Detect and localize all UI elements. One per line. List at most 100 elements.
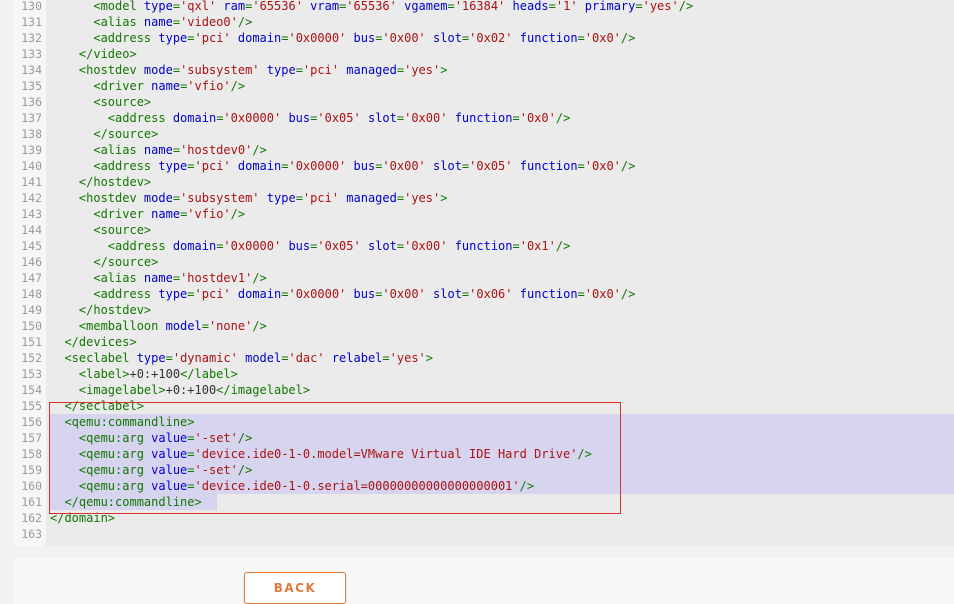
xml-value: '0x0000' — [288, 31, 347, 45]
xml-tag: <imagelabel> — [50, 383, 166, 397]
xml-tag: = — [187, 479, 195, 493]
code-line: 134 <hostdev mode='subsystem' type='pci'… — [14, 62, 954, 78]
xml-tag: = — [577, 31, 585, 45]
xml-tag: /> — [678, 0, 694, 13]
xml-tag: <address — [50, 159, 159, 173]
code-text: </source> — [50, 126, 158, 142]
xml-tag: = — [187, 31, 195, 45]
xml-tag: </source> — [50, 255, 159, 269]
xml-attribute: type — [143, 0, 173, 13]
xml-value: 'dynamic' — [172, 351, 238, 365]
xml-tag: = — [635, 0, 643, 13]
xml-value: '0x0000' — [223, 239, 282, 253]
xml-value: '1' — [555, 0, 578, 13]
xml-attribute: bus — [353, 287, 376, 301]
xml-tag: <address — [50, 287, 159, 301]
xml-tag — [426, 287, 433, 301]
xml-tag: /> — [555, 239, 571, 253]
xml-attribute: slot — [433, 31, 462, 45]
code-text: </qemu:commandline> — [50, 494, 201, 510]
xml-tag — [346, 159, 353, 173]
xml-attribute: type — [158, 159, 188, 173]
code-text: <address domain='0x0000' bus='0x05' slot… — [50, 238, 571, 254]
xml-value: '0x0' — [584, 287, 621, 301]
xml-value: 'yes' — [404, 63, 441, 77]
line-number: 141 — [21, 175, 42, 189]
xml-tag — [361, 239, 368, 253]
xml-tag: = — [172, 0, 181, 13]
xml-tag — [447, 239, 454, 253]
xml-tag — [426, 31, 433, 45]
xml-value: '0x0' — [584, 31, 621, 45]
xml-tag: </source> — [50, 127, 159, 141]
xml-tag: = — [512, 239, 520, 253]
xml-attribute: slot — [433, 287, 462, 301]
code-line: 130 <model type='qxl' ram='65536' vram='… — [14, 0, 954, 14]
xml-tag: = — [172, 143, 181, 157]
xml-value: '0x0000' — [288, 287, 347, 301]
xml-tag: <alias — [50, 143, 144, 157]
xml-attribute: heads — [512, 0, 549, 13]
code-text: <alias name='hostdev0'/> — [50, 142, 266, 158]
xml-tag: = — [577, 287, 585, 301]
code-line: 162 </domain> — [14, 510, 954, 526]
xml-value: '0x0000' — [288, 159, 347, 173]
code-line: 144 <source> — [14, 222, 954, 238]
code-text: <qemu:arg value='device.ide0-1-0.model=V… — [50, 446, 592, 462]
line-number: 155 — [21, 399, 42, 413]
code-line: 151 </devices> — [14, 334, 954, 350]
code-text: <source> — [50, 94, 151, 110]
xml-tag: = — [548, 0, 556, 13]
xml-tag: <driver — [50, 207, 152, 221]
xml-attribute: value — [151, 447, 188, 461]
xml-tag: = — [172, 271, 181, 285]
xml-tag: /> — [252, 271, 267, 285]
xml-value: '0x1' — [519, 239, 556, 253]
line-number: 152 — [21, 351, 42, 365]
xml-value: 'pci' — [194, 31, 231, 45]
xml-tag: = — [295, 63, 303, 77]
code-line: 160 <qemu:arg value='device.ide0-1-0.ser… — [14, 478, 954, 494]
line-number: 149 — [21, 303, 42, 317]
code-line: 149 </hostdev> — [14, 302, 954, 318]
line-number: 146 — [21, 255, 42, 269]
line-number: 139 — [21, 143, 42, 157]
xml-attribute: name — [151, 79, 181, 93]
xml-tag: <address — [50, 239, 173, 253]
xml-attribute: model — [245, 351, 282, 365]
xml-tag: /> — [620, 31, 636, 45]
line-number: 132 — [21, 31, 42, 45]
xml-tag: /> — [230, 79, 246, 93]
xml-tag: <qemu:arg — [50, 463, 152, 477]
xml-tag — [346, 287, 353, 301]
xml-tag — [513, 287, 520, 301]
xml-attribute: name — [151, 207, 181, 221]
xml-attribute: slot — [367, 239, 397, 253]
code-line: 141 </hostdev> — [14, 174, 954, 190]
xml-tag: = — [512, 111, 520, 125]
xml-value: 'pci' — [194, 159, 231, 173]
xml-attribute: function — [519, 159, 578, 173]
xml-tag — [513, 159, 520, 173]
xml-value: 'yes' — [642, 0, 679, 13]
xml-tag: /> — [230, 207, 246, 221]
xml-value: '16384' — [454, 0, 506, 13]
xml-tag — [231, 159, 238, 173]
line-number: 150 — [21, 319, 42, 333]
code-line: 161 </qemu:commandline> — [14, 494, 954, 510]
xml-code-editor[interactable]: 130 <model type='qxl' ram='65536' vram='… — [14, 0, 954, 546]
xml-tag: <source> — [50, 95, 152, 109]
code-text: <alias name='hostdev1'/> — [50, 270, 267, 286]
xml-value: 'device.ide0-1-0.serial=0000000000000000… — [194, 479, 520, 493]
xml-value: '0x0000' — [223, 111, 282, 125]
code-text: </devices> — [50, 334, 137, 350]
xml-tag: </devices> — [50, 335, 137, 349]
xml-tag: <alias — [50, 15, 144, 29]
xml-attribute: bus — [288, 239, 311, 253]
code-line: 143 <driver name='vfio'/> — [14, 206, 954, 222]
code-line: 152 <seclabel type='dynamic' model='dac'… — [14, 350, 954, 366]
xml-attribute: name — [143, 143, 173, 157]
xml-tag: </hostdev> — [50, 175, 152, 189]
xml-value: 'hostdev1' — [180, 271, 253, 285]
back-button[interactable]: BACK — [244, 572, 346, 604]
